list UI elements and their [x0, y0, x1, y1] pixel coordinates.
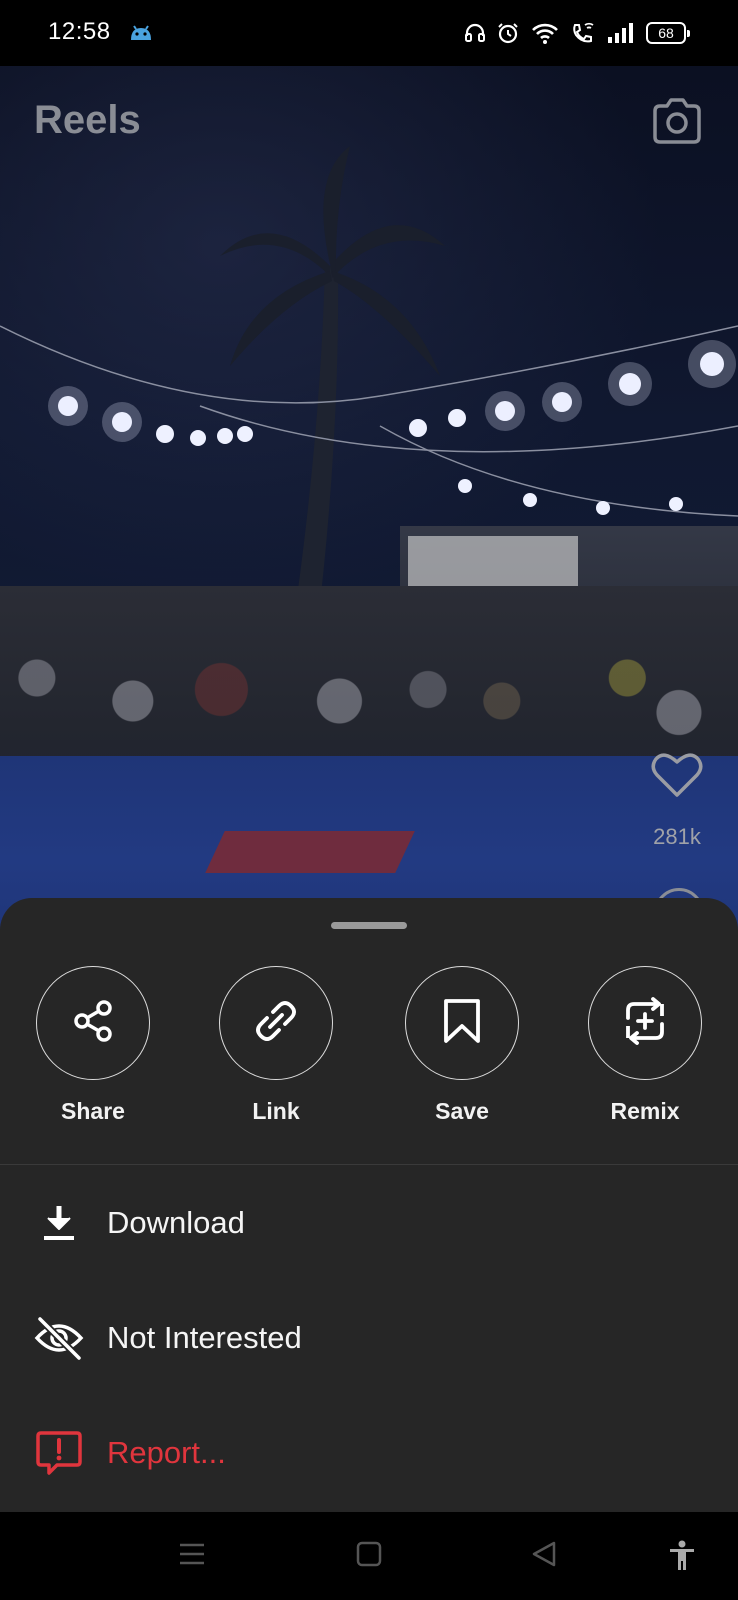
like-count: 281k — [653, 824, 701, 849]
remix-button[interactable]: Remix — [570, 966, 720, 1125]
save-circle[interactable] — [405, 966, 519, 1080]
download-icon — [32, 1196, 86, 1250]
android-icon — [128, 22, 154, 47]
headset-icon — [464, 22, 486, 44]
remix-circle[interactable] — [588, 966, 702, 1080]
not-interested-label: Not Interested — [107, 1320, 302, 1355]
report-label: Report... — [107, 1435, 226, 1470]
heart-icon[interactable] — [650, 750, 704, 803]
accessibility-icon[interactable] — [668, 1540, 696, 1577]
share-icon — [69, 997, 117, 1050]
alarm-icon — [496, 21, 520, 45]
battery-icon: 68 — [646, 22, 690, 44]
wifi-icon — [530, 21, 560, 45]
status-icons: 68 — [464, 18, 690, 48]
camera-icon[interactable] — [651, 97, 703, 150]
status-bar: 12:58 68 — [0, 0, 738, 66]
report-item[interactable]: Report... — [0, 1408, 738, 1498]
home-icon[interactable] — [355, 1540, 383, 1573]
save-button[interactable]: Save — [387, 966, 537, 1125]
page-title: Reels — [34, 98, 141, 142]
link-button[interactable]: Link — [201, 966, 351, 1125]
link-label: Link — [252, 1098, 300, 1124]
sheet-divider — [0, 1164, 738, 1165]
signal-icon — [606, 22, 636, 44]
share-label: Share — [61, 1098, 125, 1124]
remix-icon — [620, 996, 670, 1051]
menu-icon[interactable] — [178, 1540, 206, 1573]
status-time: 12:58 — [48, 18, 111, 45]
action-row: Share Link Save Remix — [0, 966, 738, 1136]
share-button[interactable]: Share — [18, 966, 168, 1125]
sheet-handle[interactable] — [331, 922, 407, 929]
not-interested-item[interactable]: Not Interested — [0, 1293, 738, 1383]
download-item[interactable]: Download — [0, 1178, 738, 1268]
options-sheet: Share Link Save Remix Download Not Inter… — [0, 898, 738, 1512]
string-lights — [0, 325, 738, 517]
floor-mat-red — [205, 831, 415, 873]
navigation-bar — [0, 1512, 738, 1600]
eye-off-icon — [32, 1311, 86, 1365]
remix-label: Remix — [610, 1098, 680, 1124]
report-icon — [32, 1426, 86, 1480]
back-icon[interactable] — [530, 1540, 558, 1573]
download-label: Download — [107, 1205, 245, 1240]
share-circle[interactable] — [36, 966, 150, 1080]
link-circle[interactable] — [219, 966, 333, 1080]
wifi-call-icon — [570, 21, 596, 45]
link-icon — [252, 997, 300, 1050]
save-label: Save — [435, 1098, 489, 1124]
bookmark-icon — [440, 997, 484, 1050]
